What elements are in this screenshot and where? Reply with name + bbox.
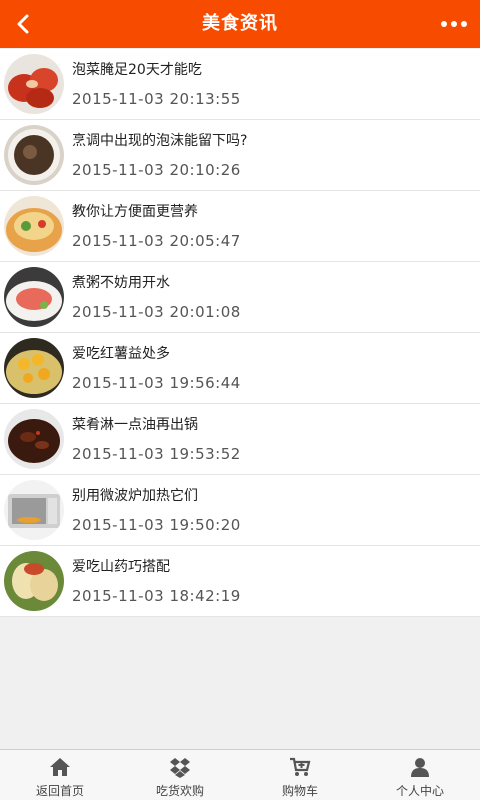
article-thumbnail bbox=[4, 54, 64, 114]
article-thumbnail bbox=[4, 338, 64, 398]
article-title: 菜肴淋一点油再出锅 bbox=[72, 417, 198, 433]
article-thumbnail bbox=[4, 267, 64, 327]
article-time: 2015-11-03 20:10:26 bbox=[72, 161, 241, 179]
tab-label: 个人中心 bbox=[395, 784, 444, 798]
user-icon bbox=[411, 758, 429, 777]
article-thumbnail bbox=[4, 409, 64, 469]
article-title: 爱吃山药巧搭配 bbox=[72, 559, 170, 575]
more-dots-icon[interactable] bbox=[438, 8, 470, 40]
article-item[interactable]: 教你让方便面更营养 2015-11-03 20:05:47 bbox=[0, 191, 480, 262]
app-header: 美食资讯 bbox=[0, 0, 480, 48]
article-item[interactable]: 爱吃山药巧搭配 2015-11-03 18:42:19 bbox=[0, 546, 480, 617]
cart-icon bbox=[290, 757, 311, 776]
article-time: 2015-11-03 20:13:55 bbox=[72, 90, 241, 108]
article-item[interactable]: 烹调中出现的泡沫能留下吗? 2015-11-03 20:10:26 bbox=[0, 120, 480, 191]
article-thumbnail bbox=[4, 551, 64, 611]
article-time: 2015-11-03 19:53:52 bbox=[72, 445, 241, 463]
tab-profile[interactable]: 个人中心 bbox=[360, 750, 480, 800]
article-time: 2015-11-03 19:56:44 bbox=[72, 374, 241, 392]
tab-home[interactable]: 返回首页 bbox=[0, 750, 120, 800]
article-item[interactable]: 菜肴淋一点油再出锅 2015-11-03 19:53:52 bbox=[0, 404, 480, 475]
article-title: 烹调中出现的泡沫能留下吗? bbox=[72, 133, 248, 149]
article-title: 别用微波炉加热它们 bbox=[72, 488, 198, 504]
article-title: 爱吃红薯益处多 bbox=[72, 346, 170, 362]
article-thumbnail bbox=[4, 480, 64, 540]
tab-label: 购物车 bbox=[281, 784, 318, 798]
article-title: 泡菜腌足20天才能吃 bbox=[72, 62, 202, 78]
article-item[interactable]: 爱吃红薯益处多 2015-11-03 19:56:44 bbox=[0, 333, 480, 404]
article-title: 煮粥不妨用开水 bbox=[72, 275, 170, 291]
tab-cart[interactable]: 购物车 bbox=[240, 750, 360, 800]
article-thumbnail bbox=[4, 196, 64, 256]
article-title: 教你让方便面更营养 bbox=[72, 204, 198, 220]
bottom-tabbar: 返回首页 吃货欢购 购物车 个人中心 bbox=[0, 749, 480, 800]
tab-label: 返回首页 bbox=[35, 784, 84, 798]
article-item[interactable]: 煮粥不妨用开水 2015-11-03 20:01:08 bbox=[0, 262, 480, 333]
article-time: 2015-11-03 20:05:47 bbox=[72, 232, 241, 250]
article-item[interactable]: 泡菜腌足20天才能吃 2015-11-03 20:13:55 bbox=[0, 49, 480, 120]
tab-foodie[interactable]: 吃货欢购 bbox=[120, 750, 240, 800]
dropbox-icon bbox=[170, 758, 190, 778]
article-time: 2015-11-03 19:50:20 bbox=[72, 516, 241, 534]
home-icon bbox=[50, 758, 70, 776]
article-list: 泡菜腌足20天才能吃 2015-11-03 20:13:55 烹调中出现的泡沫能… bbox=[0, 49, 480, 617]
tab-label: 吃货欢购 bbox=[155, 784, 204, 798]
article-thumbnail bbox=[4, 125, 64, 185]
article-time: 2015-11-03 18:42:19 bbox=[72, 587, 241, 605]
page-title: 美食资讯 bbox=[202, 13, 278, 34]
article-item[interactable]: 别用微波炉加热它们 2015-11-03 19:50:20 bbox=[0, 475, 480, 546]
article-time: 2015-11-03 20:01:08 bbox=[72, 303, 241, 321]
